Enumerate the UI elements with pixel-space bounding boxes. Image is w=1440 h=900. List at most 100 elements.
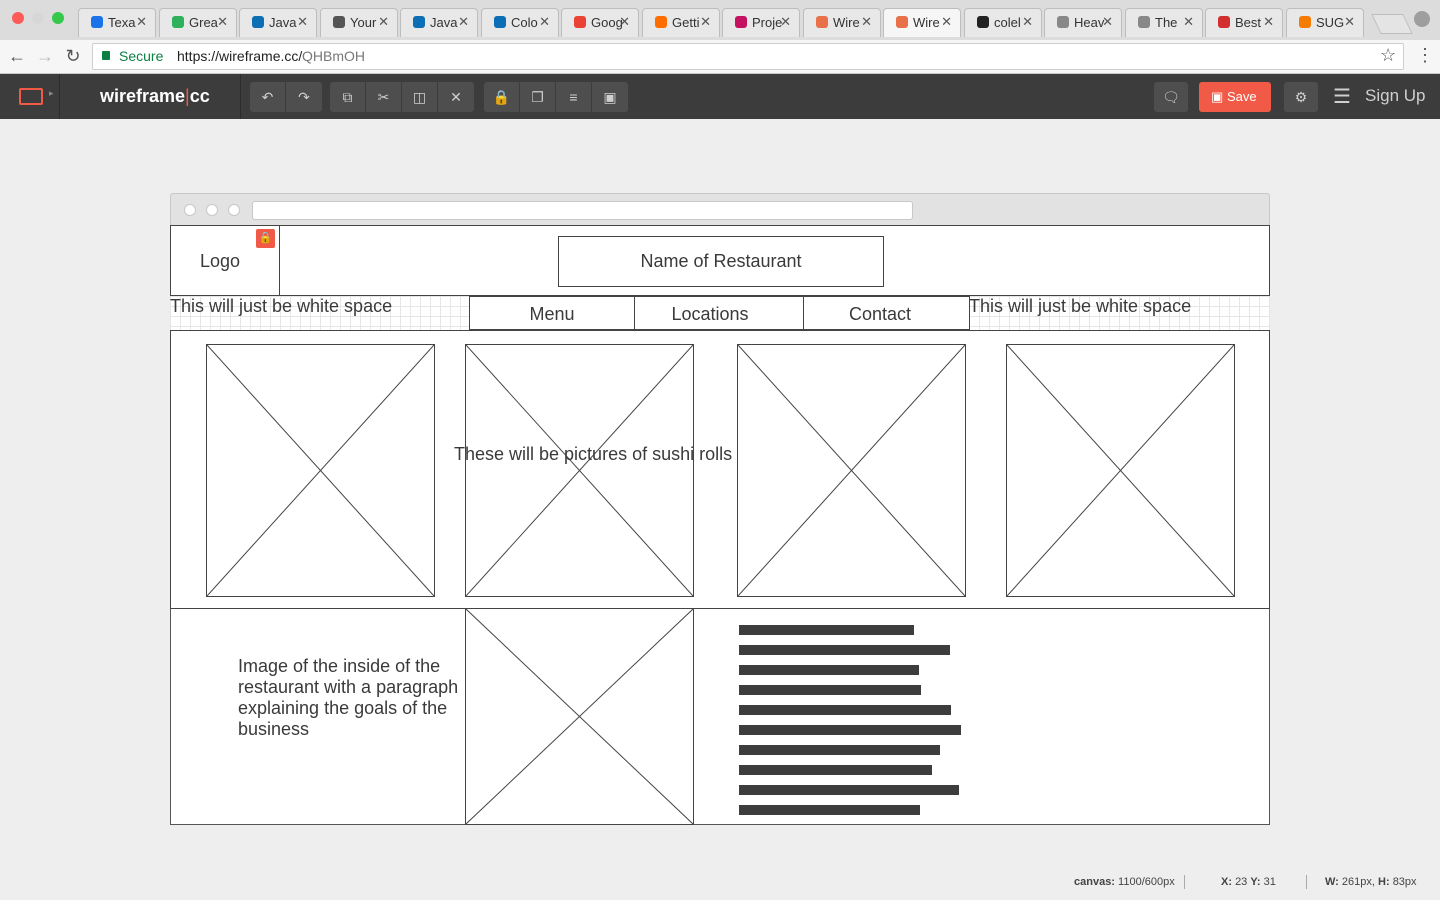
tab-close-icon[interactable]: ✕ [619,14,630,30]
close-window-button[interactable] [12,12,24,24]
whitespace-right-box[interactable]: This will just be white space [969,296,1270,330]
comments-button[interactable]: 🗨 [1154,82,1188,112]
nav-item-contact[interactable]: Contact [803,296,970,330]
tab-close-icon[interactable]: ✕ [780,14,791,30]
tab-close-icon[interactable]: ✕ [1022,14,1033,30]
text-line [739,705,951,715]
redo-icon[interactable]: ↷ [286,82,322,112]
minimize-window-button[interactable] [32,12,44,24]
group-icon[interactable]: ▣ [592,82,628,112]
canvas-label: canvas: [1074,876,1115,888]
interior-image-placeholder[interactable] [465,608,694,825]
sign-up-link[interactable]: Sign Up [1365,86,1425,106]
browser-tab[interactable]: Java ✕ [239,8,317,37]
size-readout: W: 261px, H: 83px [1325,876,1417,888]
brand-logo[interactable]: wireframe|cc [100,86,210,107]
wireframe-browser-mockup[interactable]: Logo 🔒 Name of Restaurant This will just… [170,193,1270,825]
browser-tab[interactable]: The ✕ [1125,8,1203,37]
profile-icon[interactable] [1414,11,1430,27]
tab-close-icon[interactable]: ✕ [217,14,228,30]
sushi-image-placeholder-3[interactable] [737,344,966,597]
toolbar-divider [240,74,241,119]
scissors-icon[interactable]: ✂ [366,82,402,112]
browser-tab[interactable]: colel ✕ [964,8,1042,37]
back-button[interactable]: ← [6,45,28,67]
browser-tab-bar: Texa ✕ Grea ✕ Java ✕ Your ✕ Java ✕ Colo ✕ Goog ✕ Getti… [0,0,1440,40]
about-line: Image of the inside of the [238,656,441,676]
tab-close-icon[interactable]: ✕ [136,14,147,30]
tab-close-icon[interactable]: ✕ [700,14,711,30]
undo-icon[interactable]: ↶ [250,82,286,112]
reload-button[interactable]: ↻ [62,45,84,67]
hamburger-menu-icon[interactable]: ☰ [1333,84,1351,109]
bookmark-star-icon[interactable]: ☆ [1380,45,1396,66]
browser-tab[interactable]: Wire ✕ [883,8,961,37]
tab-close-icon[interactable]: ✕ [1344,14,1355,30]
whitespace-left-text: This will just be white space [170,296,393,316]
tab-close-icon[interactable]: ✕ [941,14,952,30]
forward-button[interactable]: → [34,45,56,67]
page-type-selector[interactable]: ▸ [0,74,60,119]
tab-close-icon[interactable]: ✕ [1102,14,1113,30]
zoom-window-button[interactable] [52,12,64,24]
browser-tab[interactable]: SUG ✕ [1286,8,1364,37]
sushi-image-placeholder-2[interactable] [465,344,694,597]
browser-tab[interactable]: Getti ✕ [642,8,720,37]
tab-favicon-icon [1218,16,1230,28]
url-input[interactable]: Secure https://wireframe.cc/ QHBmOH [92,43,1404,70]
text-line [739,785,959,795]
tab-close-icon[interactable]: ✕ [1263,14,1274,30]
browser-tab[interactable]: Your ✕ [320,8,398,37]
w-label: W: [1325,876,1339,888]
delete-icon[interactable]: ✕ [438,82,474,112]
restaurant-name-box[interactable]: Name of Restaurant [558,236,884,287]
tab-close-icon[interactable]: ✕ [1183,14,1194,30]
url-host: https://wireframe.cc/ [177,48,303,64]
status-divider [1306,875,1307,889]
chevron-right-icon: ▸ [49,88,54,98]
tab-close-icon[interactable]: ✕ [458,14,469,30]
align-icon[interactable]: ≡ [556,82,592,112]
lock-icon [102,51,110,60]
mockup-window-dot [206,204,218,216]
whitespace-left-box[interactable]: This will just be white space [170,296,470,330]
tab-favicon-icon [735,16,747,28]
browser-tab[interactable]: Heav ✕ [1044,8,1122,37]
element-lock-icon[interactable]: 🔒 [256,229,275,248]
about-line: restaurant with a paragraph [238,677,459,697]
new-tab-button[interactable] [1371,14,1413,34]
about-text[interactable]: Image of the inside of the restaurant wi… [238,656,458,740]
nav-item-menu[interactable]: Menu [469,296,635,330]
lock-icon[interactable]: 🔒 [484,82,520,112]
tab-close-icon[interactable]: ✕ [378,14,389,30]
browser-tab[interactable]: Wire ✕ [803,8,881,37]
browser-tab[interactable]: Proje ✕ [722,8,800,37]
settings-button[interactable]: ⚙ [1284,82,1318,112]
browser-menu-icon[interactable]: ⋮ [1416,45,1434,66]
browser-tab[interactable]: Grea ✕ [159,8,237,37]
sushi-caption[interactable]: These will be pictures of sushi rolls [454,444,732,465]
copy-icon[interactable]: ⧉ [330,82,366,112]
sushi-image-placeholder-1[interactable] [206,344,435,597]
browser-tab[interactable]: Texa ✕ [78,8,156,37]
save-button[interactable]: ▣ Save [1199,82,1271,112]
browser-tab[interactable]: Java ✕ [400,8,478,37]
tab-close-icon[interactable]: ✕ [297,14,308,30]
nav-menu-label: Menu [529,304,575,324]
tab-close-icon[interactable]: ✕ [861,14,872,30]
browser-tab[interactable]: Goog ✕ [561,8,639,37]
mockup-url-bar [252,201,913,220]
tab-close-icon[interactable]: ✕ [539,14,550,30]
sushi-image-placeholder-4[interactable] [1006,344,1235,597]
secure-label: Secure [119,48,164,64]
browser-tab[interactable]: Best ✕ [1205,8,1283,37]
tab-favicon-icon [333,16,345,28]
brand-suffix: cc [189,86,210,106]
paste-icon[interactable]: ◫ [402,82,438,112]
about-line: business [238,719,310,739]
nav-item-locations[interactable]: Locations [634,296,804,330]
arrange-group: 🔒 ❐ ≡ ▣ [484,82,628,112]
bring-to-front-icon[interactable]: ❐ [520,82,556,112]
paragraph-placeholder[interactable] [739,625,969,815]
browser-tab[interactable]: Colo ✕ [481,8,559,37]
